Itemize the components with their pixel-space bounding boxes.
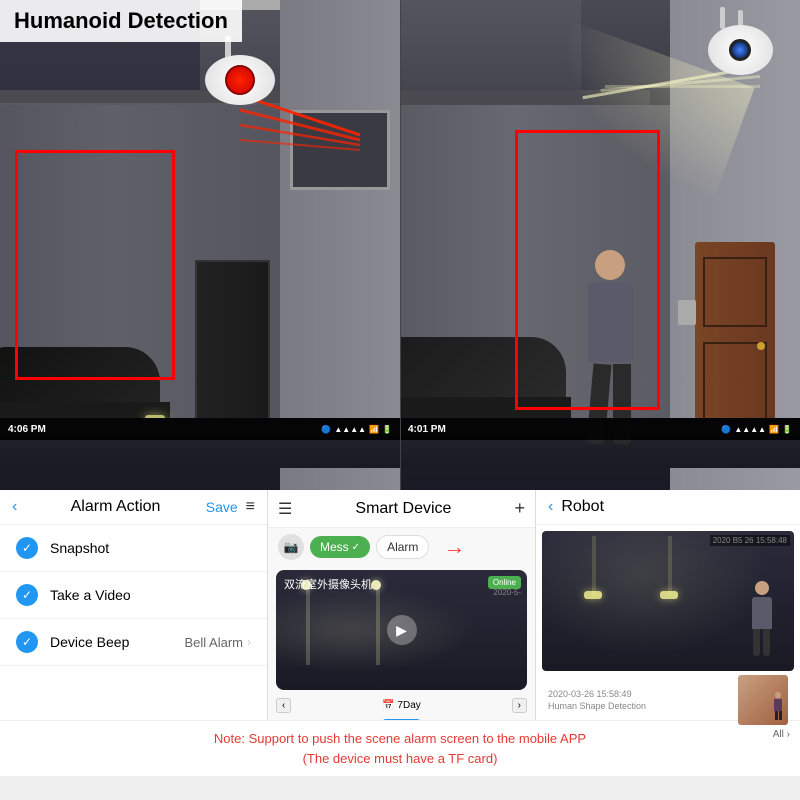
panel-alarm: ‹ Alarm Action Save ≡ ✓ Snapshot ✓ Take … bbox=[0, 490, 268, 720]
scene-right: 4:01 PM 🔵▲▲▲▲📶🔋 bbox=[400, 0, 800, 490]
robot-person-legs bbox=[749, 629, 774, 656]
center-door bbox=[195, 260, 270, 440]
alarm-panel-header: ‹ Alarm Action Save ≡ bbox=[0, 490, 267, 525]
play-icon: ▶ bbox=[396, 622, 407, 639]
alarm-back-button[interactable]: ‹ bbox=[12, 498, 17, 516]
smart-camera-card[interactable]: 双流室外摄像头机 Online 2020-5- ▶ bbox=[276, 570, 527, 690]
smart-device-icon: 📷 bbox=[278, 534, 304, 560]
smart-timeline: ‹ 📅 7Day › bbox=[268, 694, 535, 717]
alarm-item-beep[interactable]: ✓ Device Beep Bell Alarm › bbox=[0, 619, 267, 666]
robot-timestamp: 2020 B5 26 15:58:48 bbox=[710, 535, 790, 546]
robot-thumbnail[interactable] bbox=[738, 675, 788, 725]
robot-all-label[interactable]: All › bbox=[773, 729, 790, 740]
robot-panel-title: Robot bbox=[561, 498, 788, 516]
wooden-door bbox=[695, 242, 775, 442]
robot-bottom-info: 2020-03-26 15:58:49 Human Shape Detectio… bbox=[542, 671, 794, 729]
snapshot-label: Snapshot bbox=[50, 540, 251, 556]
thumb-person bbox=[773, 692, 783, 720]
robot-camera-view: 2020 B5 26 15:58:48 bbox=[542, 531, 794, 671]
scene-left: 4:06 PM 🔵▲▲▲▲📶🔋 bbox=[0, 0, 400, 490]
robot-person-head bbox=[755, 581, 769, 595]
robot-content: 2020 B5 26 15:58:48 2020-03-26 15:58:49 … bbox=[536, 525, 800, 746]
robot-all-button-wrapper: All › bbox=[542, 729, 794, 740]
beep-value: Bell Alarm bbox=[184, 635, 243, 650]
alarm-item-snapshot[interactable]: ✓ Snapshot bbox=[0, 525, 267, 572]
light-bulb-1 bbox=[584, 591, 602, 599]
detection-box-left bbox=[15, 150, 175, 380]
timeline-prev-button[interactable]: ‹ bbox=[276, 698, 291, 713]
robot-timestamp-label: 2020-03-26 15:58:49 bbox=[548, 689, 646, 699]
panel-smart: ☰ Smart Device + 📷 Mess ✓ Alarm → bbox=[268, 490, 536, 720]
video-check: ✓ bbox=[16, 584, 38, 606]
status-icons-left: 🔵▲▲▲▲📶🔋 bbox=[321, 425, 392, 434]
robot-person-leg-r bbox=[763, 629, 770, 656]
status-bar-right: 4:01 PM 🔵▲▲▲▲📶🔋 bbox=[400, 418, 800, 440]
detection-box-right bbox=[515, 130, 660, 410]
snapshot-check: ✓ bbox=[16, 537, 38, 559]
bottom-section: ‹ Alarm Action Save ≡ ✓ Snapshot ✓ Take … bbox=[0, 490, 800, 800]
tab-mess-label: Mess bbox=[320, 540, 349, 554]
light-cord-2 bbox=[668, 536, 672, 596]
panel-robot: ‹ Robot bbox=[536, 490, 800, 720]
arrow-to-robot: → bbox=[443, 534, 465, 560]
title-bar: Humanoid Detection bbox=[0, 0, 242, 42]
camera-body-right bbox=[708, 25, 773, 75]
beep-label: Device Beep bbox=[50, 634, 184, 650]
door-handle bbox=[757, 342, 765, 350]
smart-filter-icon[interactable]: ☰ bbox=[278, 499, 292, 519]
robot-person-body bbox=[752, 597, 772, 629]
robot-person-leg-l bbox=[753, 629, 760, 656]
smart-tabs: 📷 Mess ✓ Alarm → bbox=[268, 528, 535, 566]
smart-plus-button[interactable]: + bbox=[514, 498, 525, 519]
note-line2: (The device must have a TF card) bbox=[16, 749, 784, 769]
robot-info-text: 2020-03-26 15:58:49 Human Shape Detectio… bbox=[548, 689, 646, 711]
status-bar-left: 4:06 PM 🔵▲▲▲▲📶🔋 bbox=[0, 418, 400, 440]
door-panel-1 bbox=[703, 257, 767, 327]
camera-lens-right bbox=[729, 39, 751, 61]
camera-card-title: 双流室外摄像头机 bbox=[284, 576, 372, 592]
antenna-right1 bbox=[720, 7, 725, 29]
smart-panel-header: ☰ Smart Device + bbox=[268, 490, 535, 528]
video-label: Take a Video bbox=[50, 587, 251, 603]
right-wall bbox=[280, 0, 400, 490]
light-cord-1 bbox=[592, 536, 596, 596]
wall-switch bbox=[678, 300, 696, 325]
camera-play-button[interactable]: ▶ bbox=[387, 615, 417, 645]
tab-alarm-label: Alarm bbox=[387, 540, 418, 554]
top-section: Humanoid Detection bbox=[0, 0, 800, 490]
alarm-save-button[interactable]: Save bbox=[206, 499, 238, 515]
camera-lens-red bbox=[225, 65, 255, 95]
light-bulb-2 bbox=[660, 591, 678, 599]
robot-person bbox=[749, 581, 774, 656]
status-icons-right: 🔵▲▲▲▲📶🔋 bbox=[721, 425, 792, 434]
bottom-panels: ‹ Alarm Action Save ≡ ✓ Snapshot ✓ Take … bbox=[0, 490, 800, 720]
robot-back-button[interactable]: ‹ bbox=[548, 498, 553, 516]
tab-mess[interactable]: Mess ✓ bbox=[310, 536, 370, 558]
beep-chevron: › bbox=[247, 635, 251, 649]
time-right: 4:01 PM bbox=[408, 424, 721, 435]
camera-card-date: 2020-5- bbox=[493, 588, 521, 597]
camera-device-right bbox=[700, 25, 780, 95]
smart-panel-title: Smart Device bbox=[292, 500, 514, 518]
camera-body-left bbox=[205, 55, 275, 105]
door-panel-2 bbox=[703, 342, 767, 427]
tab-alarm[interactable]: Alarm bbox=[376, 535, 429, 559]
alarm-menu-icon[interactable]: ≡ bbox=[246, 498, 255, 516]
timeline-range: 📅 7Day bbox=[295, 700, 507, 711]
time-left: 4:06 PM bbox=[8, 424, 321, 435]
alarm-panel-title: Alarm Action bbox=[25, 498, 205, 516]
page-title: Humanoid Detection bbox=[14, 8, 228, 34]
camera-device-left bbox=[200, 55, 280, 125]
alarm-item-video[interactable]: ✓ Take a Video bbox=[0, 572, 267, 619]
timeline-next-button[interactable]: › bbox=[512, 698, 527, 713]
robot-detection-label: Human Shape Detection bbox=[548, 701, 646, 711]
robot-panel-header: ‹ Robot bbox=[536, 490, 800, 525]
beep-check: ✓ bbox=[16, 631, 38, 653]
tab-mess-check: ✓ bbox=[352, 542, 360, 553]
